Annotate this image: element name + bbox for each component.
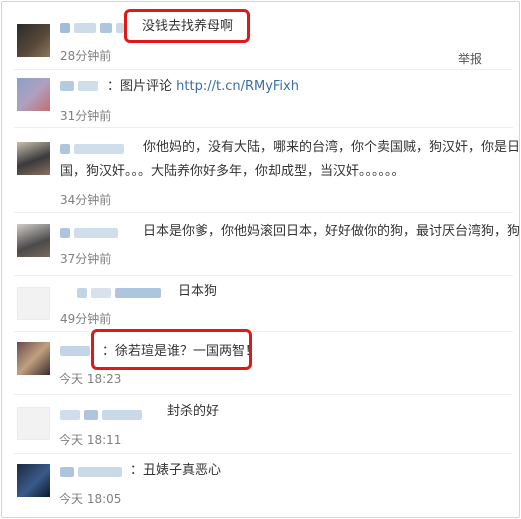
- comment-item: ：丑婊子真恶心 今天 18:05: [2, 454, 519, 516]
- username-blurred[interactable]: [60, 408, 142, 422]
- username-blurred[interactable]: [60, 226, 118, 240]
- comment-item: ：图片评论 http://t.cn/RMyFixh 31分钟前: [2, 70, 519, 128]
- username-blurred[interactable]: [77, 286, 161, 300]
- avatar[interactable]: [17, 287, 50, 320]
- comment-item: 你他妈的，没有大陆，哪来的台湾，你个卖国贼，狗汉奸，你是日本奸出 国，狗汉奸。。…: [2, 128, 520, 213]
- comment-time: 28分钟前: [60, 49, 112, 63]
- comment-time: 今天 18:11: [59, 433, 122, 447]
- comment-item: ：徐若瑄是谁？一国两智！ 今天 18:23: [2, 329, 519, 396]
- username-blurred[interactable]: [60, 21, 124, 35]
- username-blurred[interactable]: [60, 79, 98, 93]
- username-blurred[interactable]: [60, 465, 122, 479]
- comment-text: 封杀的好: [167, 404, 220, 419]
- avatar[interactable]: [17, 342, 50, 375]
- comment-text-line1: 你他妈的，没有大陆，哪来的台湾，你个卖国贼，狗汉奸，你是日本奸出: [143, 140, 520, 155]
- comment-time: 今天 18:05: [59, 492, 122, 506]
- comment-text-main: ：图片评论: [107, 79, 177, 94]
- comment-time: 31分钟前: [60, 109, 112, 123]
- username-blurred[interactable]: [60, 344, 90, 358]
- divider: [14, 212, 513, 213]
- username-blurred[interactable]: [60, 142, 124, 156]
- avatar[interactable]: [17, 78, 50, 111]
- image-comment-link[interactable]: http://t.cn/RMyFixh: [176, 79, 299, 94]
- highlight-box: [91, 329, 252, 370]
- avatar[interactable]: [17, 24, 50, 57]
- comment-text: ：丑婊子真恶心: [130, 463, 222, 478]
- highlight-box: [124, 9, 250, 43]
- avatar[interactable]: [17, 224, 50, 257]
- avatar[interactable]: [17, 142, 50, 175]
- report-link[interactable]: 举报: [458, 50, 482, 67]
- comment-item: 日本狗 49分钟前: [2, 275, 519, 332]
- comment-list: 没钱去找养母啊 28分钟前 举报 ：图片评论 http://t.cn/RMyFi…: [1, 1, 520, 518]
- avatar[interactable]: [17, 407, 50, 440]
- comment-item: 封杀的好 今天 18:11: [2, 395, 519, 454]
- comment-time: 37分钟前: [60, 252, 112, 266]
- comment-time: 今天 18:23: [59, 372, 122, 386]
- comment-text: ：图片评论 http://t.cn/RMyFixh: [107, 79, 299, 95]
- comment-time: 49分钟前: [60, 312, 112, 326]
- comment-item: 没钱去找养母啊 28分钟前 举报: [2, 2, 519, 70]
- comment-text: 日本狗: [178, 284, 218, 299]
- comment-text: 日本是你爹，你他妈滚回日本，好好做你的狗，最讨厌台湾狗，狗汉奸: [143, 224, 520, 239]
- comment-item: 日本是你爹，你他妈滚回日本，好好做你的狗，最讨厌台湾狗，狗汉奸 37分钟前: [2, 214, 520, 276]
- comment-time: 34分钟前: [60, 193, 112, 207]
- comment-text-line2: 国，狗汉奸。。。大陆养你好多年，你却成型，当汉奸。。。。。。: [60, 164, 405, 179]
- avatar[interactable]: [17, 464, 50, 497]
